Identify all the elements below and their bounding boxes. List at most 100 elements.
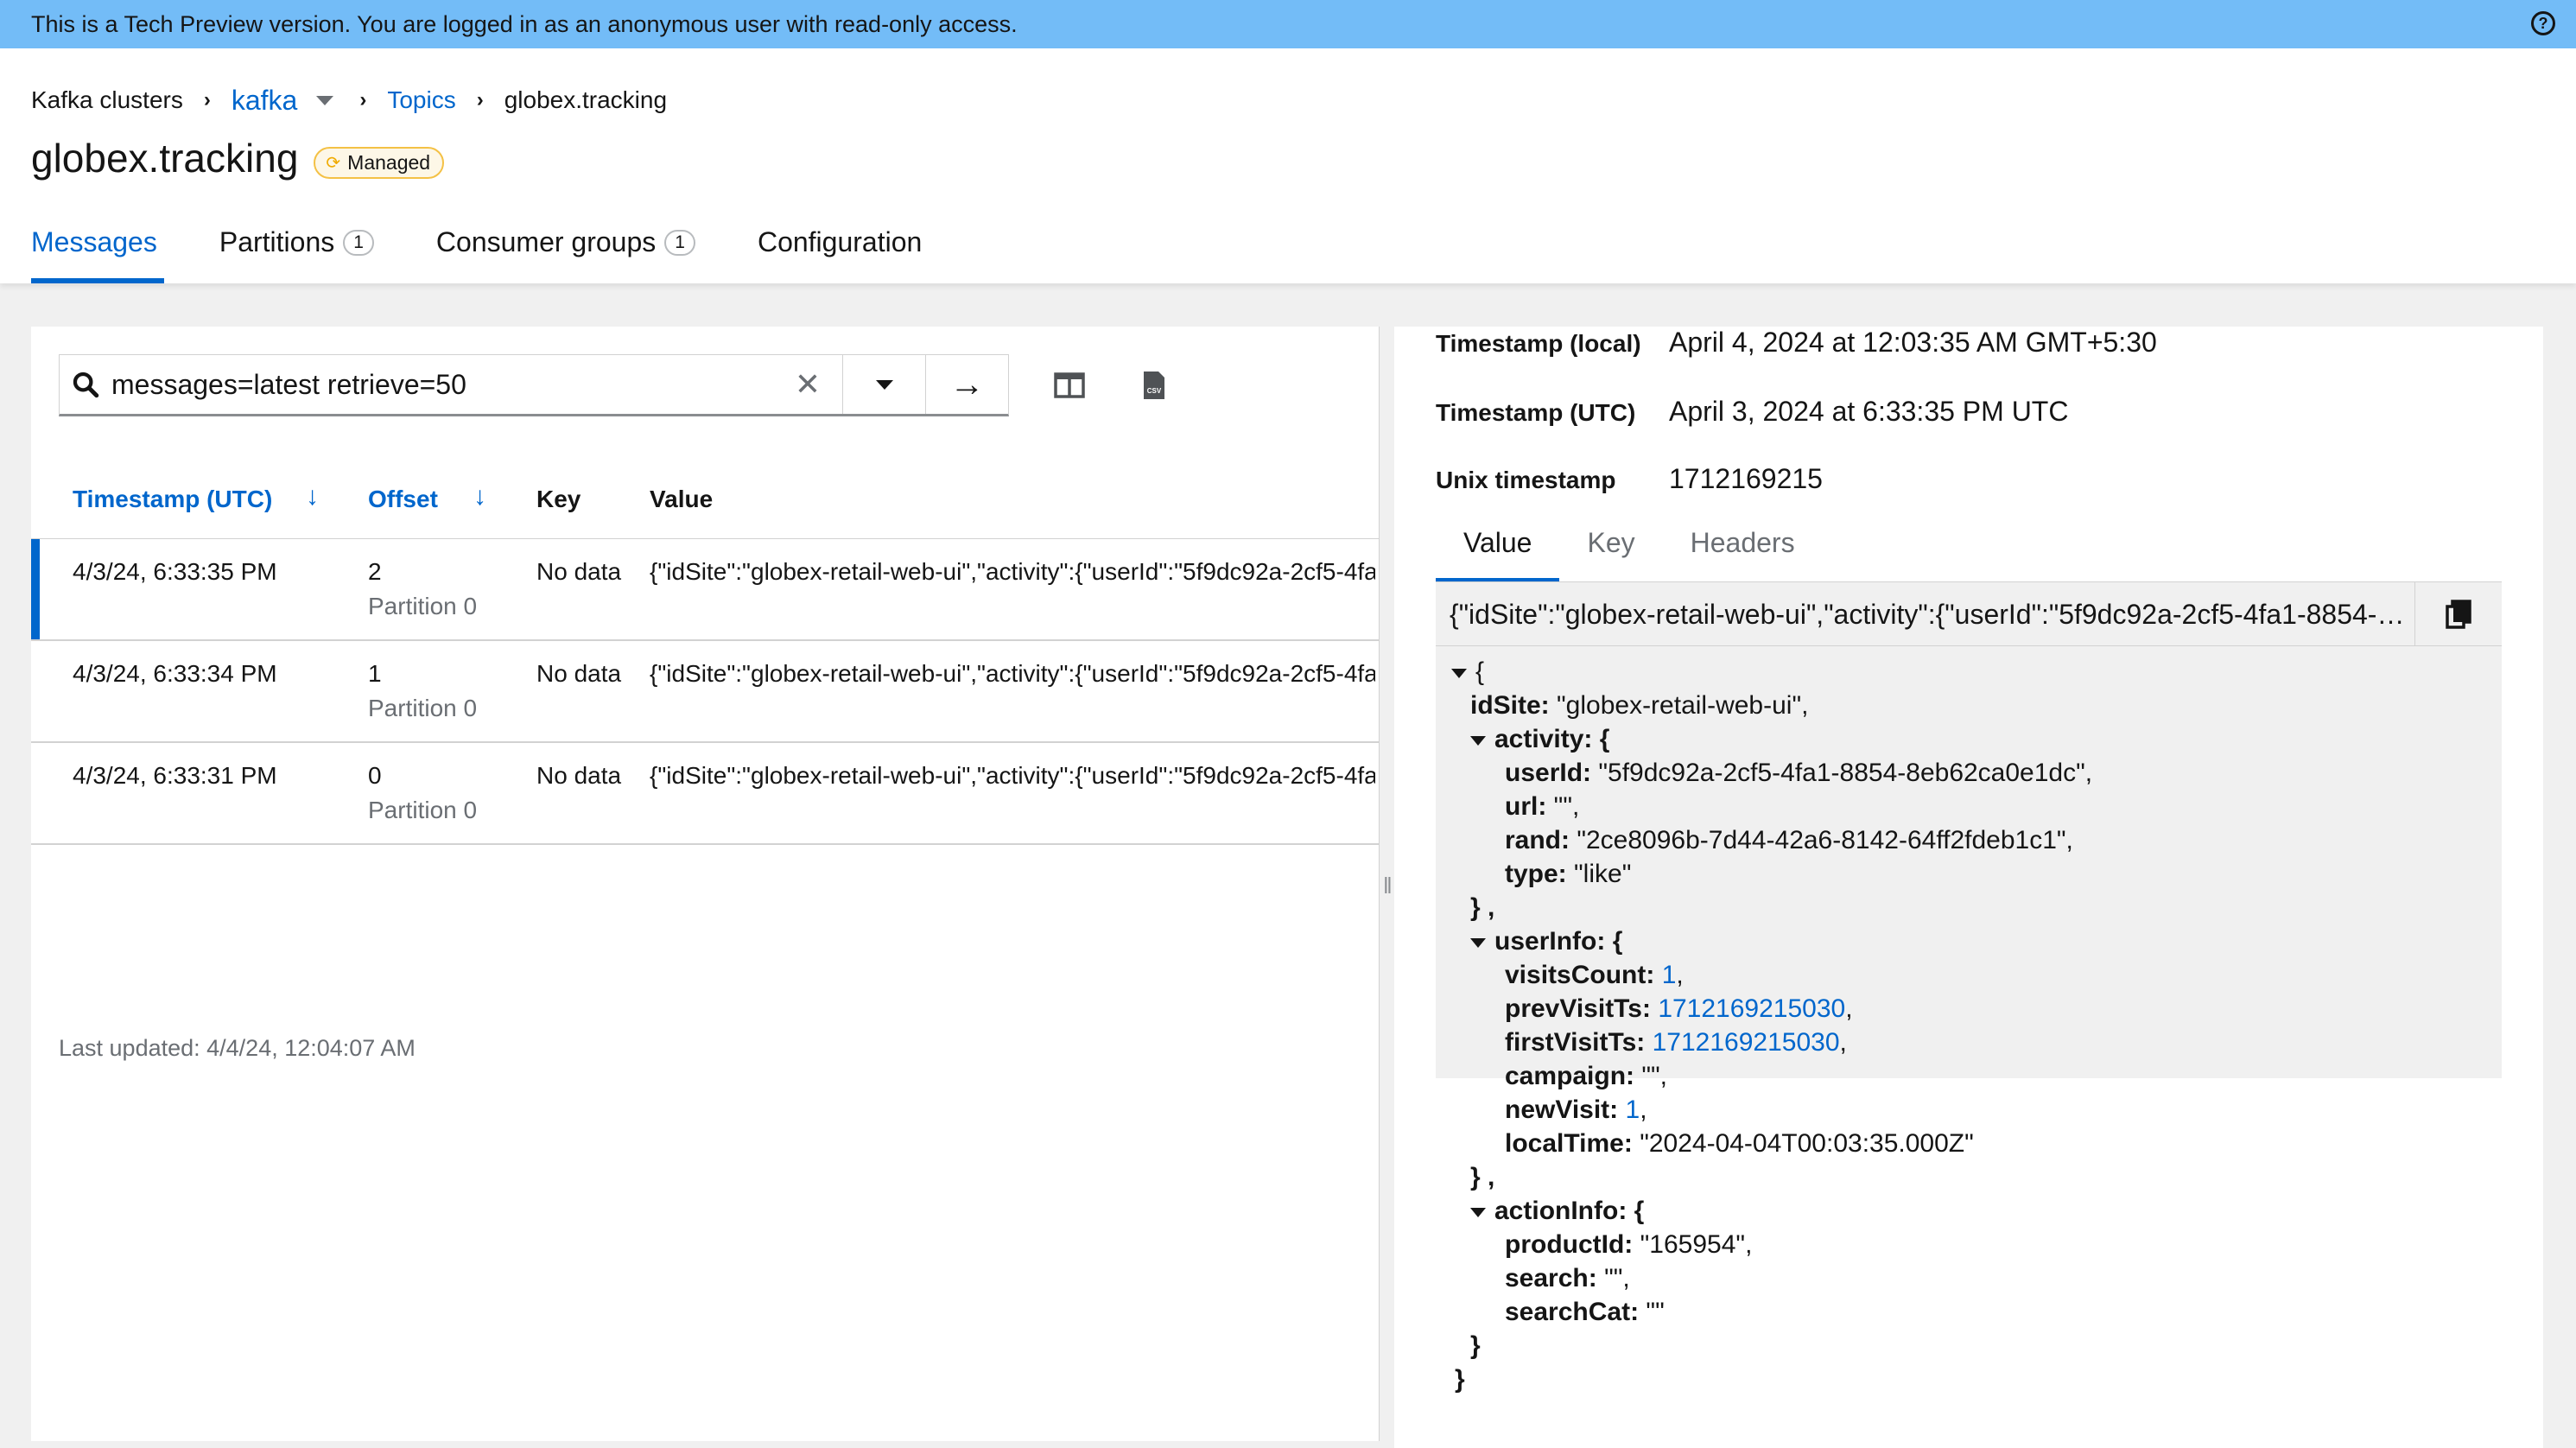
managed-icon: ⟳ (326, 153, 341, 173)
messages-panel: ✕ → CSV Timestamp (UTC) ↓ Offset ↓ Key V… (31, 327, 1379, 1441)
tab-partitions[interactable]: Partitions 1 (219, 226, 374, 283)
drag-handle-icon[interactable]: ‖ (1383, 873, 1393, 899)
tab-headers[interactable]: Headers (1663, 527, 1823, 582)
chevron-right-icon: › (476, 88, 484, 111)
breadcrumb-topics[interactable]: Topics (387, 86, 455, 114)
unix-timestamp-row: Unix timestamp 1712169215 (1436, 463, 1823, 495)
row-key: No data (536, 660, 622, 687)
messages-table: Timestamp (UTC) ↓ Offset ↓ Key Value 4/3… (31, 456, 1379, 845)
page-header: Kafka clusters › kafka › Topics › globex… (0, 48, 2576, 283)
breadcrumb-kafka-clusters[interactable]: Kafka clusters (31, 86, 183, 114)
tab-consumer-groups[interactable]: Consumer groups 1 (436, 226, 695, 283)
column-header-value: Value (650, 486, 714, 512)
tab-label: Configuration (757, 226, 923, 257)
clear-icon[interactable]: ✕ (773, 355, 842, 414)
svg-text:CSV: CSV (1147, 387, 1162, 395)
collapse-toggle-icon[interactable] (1470, 1207, 1486, 1217)
json-line: newVisit: 1, (1505, 1096, 1647, 1124)
tab-label: Partitions (219, 226, 335, 257)
run-query-button[interactable]: → (925, 355, 1008, 414)
query-options-dropdown[interactable] (842, 355, 925, 414)
message-detail-tabs: Value Key Headers (1436, 527, 1823, 582)
breadcrumb-cluster-select[interactable]: kafka (232, 85, 297, 117)
collapse-toggle-icon[interactable] (1470, 735, 1486, 746)
last-updated-text: Last updated: 4/4/24, 12:04:07 AM (59, 1035, 416, 1061)
row-key: No data (536, 558, 622, 585)
message-query-box: ✕ → (59, 354, 1009, 416)
row-value: {"idSite":"globex-retail-web-ui","activi… (650, 762, 1375, 789)
copy-icon[interactable] (2415, 582, 2502, 646)
row-value: {"idSite":"globex-retail-web-ui","activi… (650, 660, 1375, 687)
json-tree-viewer: { idSite: "globex-retail-web-ui", activi… (1436, 646, 2502, 1394)
collapse-toggle-icon[interactable] (1451, 668, 1467, 678)
managed-badge-label: Managed (347, 150, 431, 174)
chevron-right-icon: › (203, 88, 211, 111)
json-line: firstVisitTs: 1712169215030, (1505, 1028, 1847, 1057)
tab-messages[interactable]: Messages (31, 226, 164, 283)
row-timestamp: 4/3/24, 6:33:31 PM (73, 762, 277, 789)
tab-count-badge: 1 (664, 230, 695, 256)
caret-down-icon[interactable] (316, 95, 334, 105)
managed-badge: ⟳ Managed (314, 146, 445, 179)
json-line: url: "", (1505, 792, 1580, 821)
json-line: productId: "165954", (1505, 1230, 1753, 1259)
json-line: } , (1470, 1163, 1495, 1191)
json-line: } (1455, 1365, 1465, 1394)
csv-export-icon[interactable]: CSV (1133, 365, 1175, 406)
json-line: activity: { (1451, 722, 2502, 756)
json-line: prevVisitTs: 1712169215030, (1505, 994, 1853, 1023)
collapse-toggle-icon[interactable] (1470, 937, 1486, 948)
column-header-offset[interactable]: Offset (368, 486, 438, 513)
json-line: visitsCount: 1, (1505, 961, 1684, 989)
row-timestamp: 4/3/24, 6:33:35 PM (73, 558, 277, 585)
row-offset: 2 Partition 0 (368, 558, 477, 620)
timestamp-utc-label: Timestamp (UTC) (1436, 399, 1636, 426)
json-line: idSite: "globex-retail-web-ui", (1470, 691, 1809, 720)
partition-label: Partition 0 (368, 593, 478, 619)
row-timestamp: 4/3/24, 6:33:34 PM (73, 660, 277, 687)
json-line: } (1470, 1331, 1481, 1360)
timestamp-local-row: Timestamp (local) April 4, 2024 at 12:03… (1436, 327, 2157, 359)
table-row[interactable]: 4/3/24, 6:33:34 PM 1 Partition 0 No data … (31, 641, 1379, 743)
json-line: search: "", (1505, 1264, 1630, 1292)
table-row[interactable]: 4/3/24, 6:33:31 PM 0 Partition 0 No data … (31, 743, 1379, 845)
message-query-input[interactable] (111, 368, 773, 401)
caret-down-icon (875, 379, 893, 390)
chevron-right-icon: › (359, 88, 367, 111)
column-header-timestamp[interactable]: Timestamp (UTC) (73, 486, 272, 513)
offset-value: 0 (368, 762, 382, 789)
table-row[interactable]: 4/3/24, 6:33:35 PM 2 Partition 0 No data … (31, 539, 1379, 641)
tab-value[interactable]: Value (1436, 527, 1560, 582)
timestamp-utc-row: Timestamp (UTC) April 3, 2024 at 6:33:35… (1436, 396, 2068, 428)
offset-value: 1 (368, 660, 382, 687)
topic-tabs: Messages Partitions 1 Consumer groups 1 … (31, 226, 984, 283)
row-offset: 1 Partition 0 (368, 660, 477, 722)
panel-resize-handle[interactable]: ‖ (1379, 327, 1394, 1441)
partition-label: Partition 0 (368, 797, 478, 823)
raw-value-text: {"idSite":"globex-retail-web-ui","activi… (1436, 581, 2415, 646)
json-line: userId: "5f9dc92a-2cf5-4fa1-8854-8eb62ca… (1505, 759, 2093, 787)
tab-configuration[interactable]: Configuration (758, 226, 922, 283)
timestamp-local-value: April 4, 2024 at 12:03:35 AM GMT+5:30 (1669, 327, 2157, 358)
banner-text: This is a Tech Preview version. You are … (31, 10, 1018, 37)
json-line: userInfo: { (1451, 924, 2502, 958)
json-line: campaign: "", (1505, 1062, 1668, 1090)
page-title: globex.tracking (31, 136, 299, 181)
timestamp-local-label: Timestamp (local) (1436, 330, 1641, 357)
json-line: actionInfo: { (1451, 1194, 2502, 1228)
tech-preview-banner: This is a Tech Preview version. You are … (0, 0, 2576, 48)
row-value: {"idSite":"globex-retail-web-ui","activi… (650, 558, 1375, 585)
tab-key[interactable]: Key (1559, 527, 1662, 582)
json-line: type: "like" (1505, 860, 1632, 888)
help-icon[interactable]: ? (2531, 11, 2555, 35)
sort-desc-icon[interactable]: ↓ (306, 482, 319, 511)
table-header: Timestamp (UTC) ↓ Offset ↓ Key Value (31, 456, 1379, 539)
tab-count-badge: 1 (343, 230, 374, 256)
tab-label: Consumer groups (435, 226, 657, 257)
columns-icon[interactable] (1049, 365, 1090, 406)
unix-timestamp-value: 1712169215 (1669, 463, 1823, 494)
column-header-key: Key (536, 486, 581, 512)
sort-desc-icon[interactable]: ↓ (473, 482, 486, 511)
json-line: rand: "2ce8096b-7d44-42a6-8142-64ff2fdeb… (1505, 826, 2073, 854)
tab-label: Messages (31, 226, 157, 257)
